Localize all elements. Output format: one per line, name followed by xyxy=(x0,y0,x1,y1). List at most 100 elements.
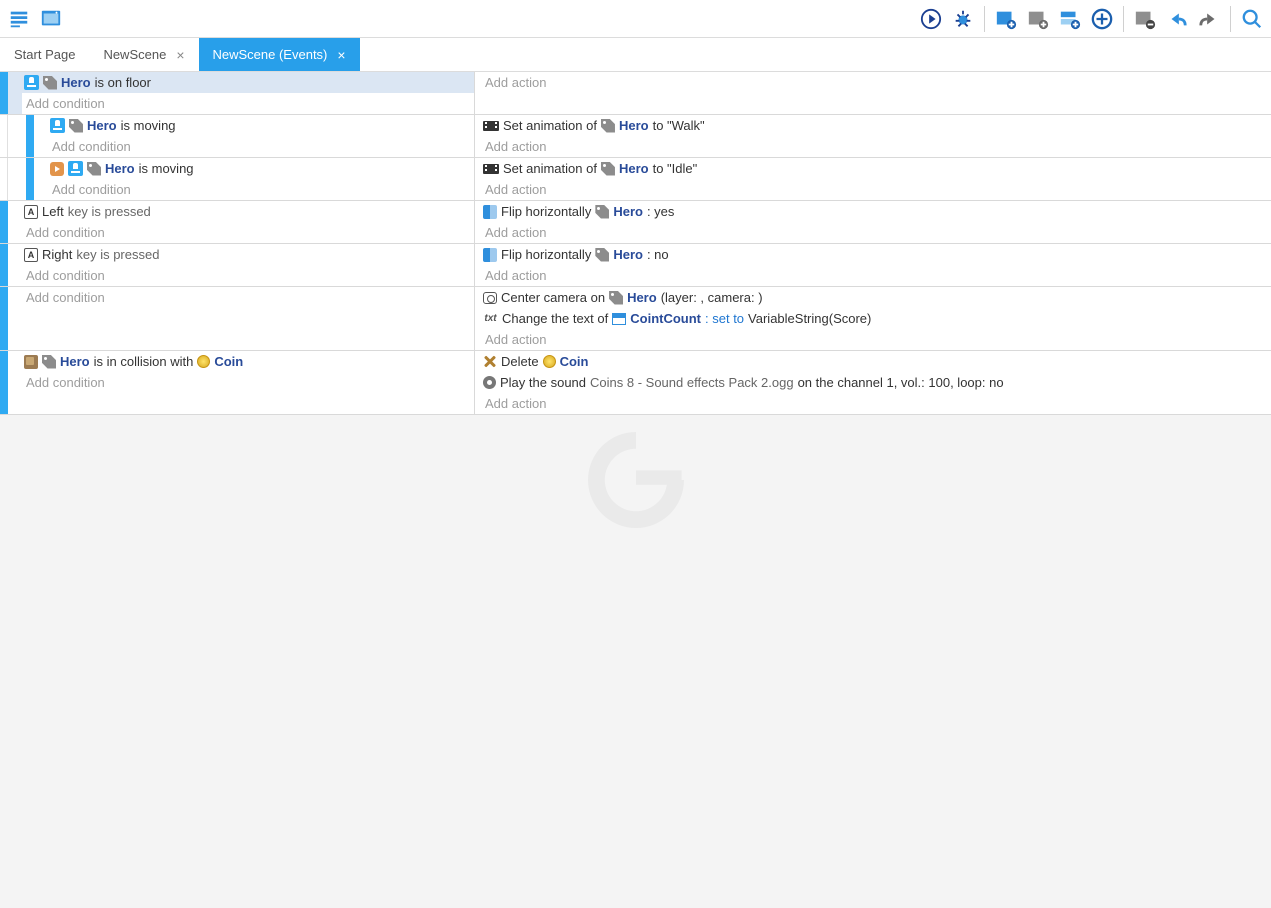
object-ref: CointCount xyxy=(630,311,701,326)
condition[interactable]: Hero is in collision with Coin xyxy=(22,351,474,372)
conditions-column: Hero is on floorAdd condition xyxy=(22,72,475,114)
add-action[interactable]: Add action xyxy=(481,265,1271,286)
toolbar-left xyxy=(6,6,64,32)
tab[interactable]: Start Page xyxy=(0,38,89,71)
conditions-column: ALeft key is pressedAdd condition xyxy=(22,201,475,243)
toolbar-separator xyxy=(1230,6,1231,32)
event-row[interactable]: Hero is movingAdd conditionSet animation… xyxy=(0,158,1271,201)
condition[interactable]: Hero is moving xyxy=(48,158,474,179)
remove-button[interactable] xyxy=(1132,6,1158,32)
condition[interactable]: ALeft key is pressed xyxy=(22,201,474,222)
object-ref: Hero xyxy=(105,161,135,176)
text: Set animation of xyxy=(503,161,597,176)
event-gutter xyxy=(0,115,48,157)
top-toolbar xyxy=(0,0,1271,38)
text: is on floor xyxy=(95,75,151,90)
text: key is pressed xyxy=(76,247,159,262)
add-condition[interactable]: Add condition xyxy=(22,287,474,308)
object-tag-icon xyxy=(42,355,56,369)
close-icon[interactable]: × xyxy=(176,48,184,62)
add-condition[interactable]: Add condition xyxy=(22,222,474,243)
add-subevent-button[interactable] xyxy=(1025,6,1051,32)
add-condition[interactable]: Add condition xyxy=(22,265,474,286)
toolbar-right xyxy=(918,6,1265,32)
conditions-column: Hero is in collision with CoinAdd condit… xyxy=(22,351,475,414)
text: Change the text of xyxy=(502,311,608,326)
add-action[interactable]: Add action xyxy=(481,136,1271,157)
actions-column: Flip horizontally Hero : noAdd action xyxy=(475,244,1271,286)
text: VariableString(Score) xyxy=(748,311,871,326)
event-row[interactable]: Add condition Center camera on Hero (laye… xyxy=(0,287,1271,351)
text: Center camera on xyxy=(501,290,605,305)
flip-icon xyxy=(483,248,497,262)
event-gutter xyxy=(0,351,22,414)
add-condition[interactable]: Add condition xyxy=(48,136,474,157)
add-event-button[interactable] xyxy=(993,6,1019,32)
undo-button[interactable] xyxy=(1164,6,1190,32)
action[interactable]: Flip horizontally Hero : yes xyxy=(481,201,1271,222)
event-row[interactable]: Hero is on floorAdd conditionAdd action xyxy=(0,72,1271,115)
event-gutter xyxy=(0,158,48,200)
object-tag-icon xyxy=(601,119,615,133)
object-ref: Hero xyxy=(613,247,643,262)
redo-button[interactable] xyxy=(1196,6,1222,32)
action[interactable]: txtChange the text of CointCount: set to… xyxy=(481,308,1271,329)
add-comment-button[interactable] xyxy=(1057,6,1083,32)
object-tag-icon xyxy=(595,248,609,262)
event-sheet: Hero is on floorAdd conditionAdd actionH… xyxy=(0,72,1271,415)
object-ref: Hero xyxy=(61,75,91,90)
tab[interactable]: NewScene (Events)× xyxy=(199,38,360,71)
play-button[interactable] xyxy=(918,6,944,32)
condition[interactable]: Hero is on floor xyxy=(22,72,474,93)
add-new-button[interactable] xyxy=(1089,6,1115,32)
add-action[interactable]: Add action xyxy=(481,393,1271,414)
event-row[interactable]: Hero is in collision with CoinAdd condit… xyxy=(0,351,1271,415)
object-tag-icon xyxy=(609,291,623,305)
platformer-icon xyxy=(24,75,39,90)
event-row[interactable]: ARight key is pressedAdd conditionFlip h… xyxy=(0,244,1271,287)
project-manager-button[interactable] xyxy=(6,6,32,32)
action[interactable]: Play the sound Coins 8 - Sound effects P… xyxy=(481,372,1271,393)
condition[interactable]: ARight key is pressed xyxy=(22,244,474,265)
tab-bar: Start PageNewScene×NewScene (Events)× xyxy=(0,38,1271,72)
action[interactable]: Set animation of Hero to "Walk" xyxy=(481,115,1271,136)
text: is in collision with xyxy=(94,354,194,369)
object-tag-icon xyxy=(87,162,101,176)
text: to "Walk" xyxy=(653,118,705,133)
add-action[interactable]: Add action xyxy=(481,179,1271,200)
text: Delete xyxy=(501,354,539,369)
add-action[interactable]: Add action xyxy=(481,222,1271,243)
object-ref: Hero xyxy=(619,118,649,133)
sound-icon xyxy=(483,376,496,389)
tab[interactable]: NewScene× xyxy=(89,38,198,71)
event-row[interactable]: ALeft key is pressedAdd condition Flip ho… xyxy=(0,201,1271,244)
action[interactable]: Flip horizontally Hero : no xyxy=(481,244,1271,265)
camera-icon xyxy=(483,292,497,304)
add-action[interactable]: Add action xyxy=(481,72,1271,93)
coin-icon xyxy=(543,355,556,368)
add-condition[interactable]: Add condition xyxy=(22,93,474,114)
condition[interactable]: Hero is moving xyxy=(48,115,474,136)
add-action[interactable]: Add action xyxy=(481,329,1271,350)
scene-editor-button[interactable] xyxy=(38,6,64,32)
object-tag-icon xyxy=(69,119,83,133)
add-condition[interactable]: Add condition xyxy=(22,372,474,393)
delete-icon xyxy=(483,355,497,369)
text: Right xyxy=(42,247,72,262)
debug-button[interactable] xyxy=(950,6,976,32)
actions-column: Set animation of Hero to "Idle"Add actio… xyxy=(475,158,1271,200)
toolbar-separator xyxy=(984,6,985,32)
object-ref: Hero xyxy=(60,354,90,369)
actions-column: Add action xyxy=(475,72,1271,114)
text: Coins 8 - Sound effects Pack 2.ogg xyxy=(590,375,794,390)
object-ref: Hero xyxy=(87,118,117,133)
search-button[interactable] xyxy=(1239,6,1265,32)
text: Set animation of xyxy=(503,118,597,133)
action[interactable]: Center camera on Hero (layer: , camera: … xyxy=(481,287,1271,308)
add-condition[interactable]: Add condition xyxy=(48,179,474,200)
action[interactable]: Set animation of Hero to "Idle" xyxy=(481,158,1271,179)
action[interactable]: Delete Coin xyxy=(481,351,1271,372)
close-icon[interactable]: × xyxy=(337,48,345,62)
text: Left xyxy=(42,204,64,219)
event-row[interactable]: Hero is movingAdd condition Set animation… xyxy=(0,115,1271,158)
